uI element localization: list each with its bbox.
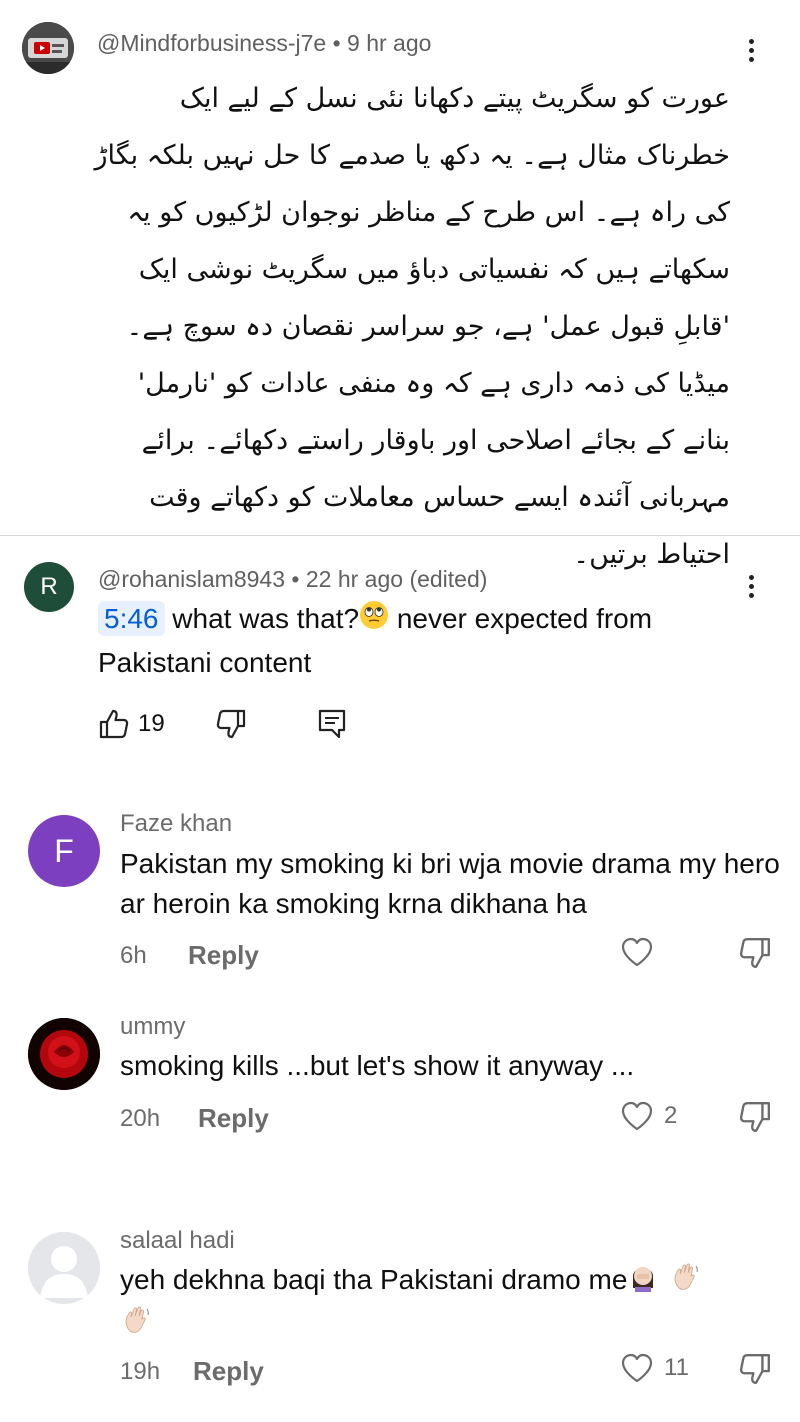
woman-facepalming-emoji-icon [627, 1260, 659, 1303]
reply-author[interactable]: Faze khan [120, 810, 232, 838]
avatar-letter: F [54, 832, 74, 869]
waving-hand-emoji-icon [120, 1303, 152, 1346]
thumbs-down-icon [216, 709, 245, 739]
reply-like-button[interactable]: 2 [620, 1100, 677, 1132]
top-comment-more-icon[interactable] [736, 30, 766, 70]
main-comment-text-part1: what was that? [164, 603, 360, 634]
reply-dislike-button[interactable] [738, 1100, 772, 1139]
top-comment-paragraph-2: میڈیا کی ذمہ داری ہے کہ وہ منفی عادات کو… [137, 368, 730, 570]
comment-divider [0, 535, 800, 536]
main-comment-handle[interactable]: @rohanislam8943 [98, 566, 285, 592]
top-comment-meta: @Mindforbusiness-j7e • 9 hr ago [97, 30, 432, 56]
reply-time: 6h [120, 942, 147, 969]
thumbs-up-icon [99, 709, 129, 739]
channel-logo-icon [22, 22, 74, 74]
top-comment-handle[interactable]: @Mindforbusiness-j7e [97, 30, 326, 56]
reply-link[interactable]: Reply [188, 940, 259, 971]
reply-text: smoking kills ...but let's show it anywa… [120, 1050, 635, 1081]
reply-time: 19h [120, 1358, 161, 1385]
reply-like-button[interactable]: 11 [620, 1352, 689, 1384]
main-comment-text: 5:46 what was that? never expected from … [98, 598, 738, 684]
main-comment-time: 22 hr ago (edited) [305, 566, 488, 592]
main-comment-meta: @rohanislam8943 • 22 hr ago (edited) [98, 566, 488, 592]
rolling-eyes-emoji-icon [359, 600, 389, 642]
avatar-faze-khan[interactable]: F [28, 815, 100, 887]
dislike-button[interactable] [215, 708, 247, 740]
heart-icon [621, 937, 653, 967]
avatar-ummy[interactable] [28, 1018, 100, 1090]
reply-author[interactable]: salaal hadi [120, 1227, 235, 1255]
waving-hand-emoji-icon [669, 1260, 701, 1303]
timestamp-link[interactable]: 5:46 [98, 601, 165, 636]
heart-icon [621, 1353, 653, 1383]
top-comment-paragraph-1: عورت کو سگریٹ پیتے دکھانا نئی نسل کے لیے… [94, 83, 731, 342]
reply-like-count: 2 [664, 1102, 678, 1129]
reply-time: 20h [120, 1105, 161, 1132]
heart-icon [621, 1101, 653, 1131]
top-comment-time: 9 hr ago [347, 30, 432, 56]
top-comment-text: عورت کو سگریٹ پیتے دکھانا نئی نسل کے لیے… [90, 70, 731, 583]
reply-author[interactable]: ummy [120, 1013, 185, 1041]
avatar-salaal-hadi[interactable] [28, 1232, 100, 1304]
reply-like-count: 11 [664, 1354, 689, 1381]
reply-dislike-button[interactable] [738, 1352, 772, 1391]
thumbs-down-icon [739, 1102, 770, 1132]
red-rose-avatar-icon [28, 1018, 100, 1090]
reply-dislike-button[interactable] [738, 936, 772, 975]
reply-link[interactable]: Reply [193, 1356, 264, 1387]
default-user-icon [28, 1232, 100, 1304]
reply-text: Pakistan my smoking ki bri wja movie dra… [120, 848, 780, 919]
reply-button[interactable] [317, 708, 347, 740]
like-count: 19 [138, 710, 165, 737]
reply-text: yeh dekhna baqi tha Pakistani dramo me [120, 1260, 780, 1346]
like-button[interactable]: 19 [98, 708, 165, 740]
avatar-letter: R [40, 573, 58, 600]
reply-link[interactable]: Reply [198, 1103, 269, 1134]
main-comment-more-icon[interactable] [736, 566, 766, 606]
avatar-rohanislam[interactable]: R [24, 562, 74, 612]
main-comment-actions: 19 [98, 708, 347, 740]
thumbs-down-icon [739, 938, 770, 968]
reply-like-button[interactable] [620, 936, 664, 968]
comments-page: @Mindforbusiness-j7e • 9 hr ago عورت کو … [0, 0, 800, 1422]
reply-text-content: yeh dekhna baqi tha Pakistani dramo me [120, 1264, 628, 1295]
avatar-mindforbusiness[interactable] [22, 22, 74, 74]
comment-reply-icon [318, 709, 345, 739]
thumbs-down-icon [739, 1354, 770, 1384]
